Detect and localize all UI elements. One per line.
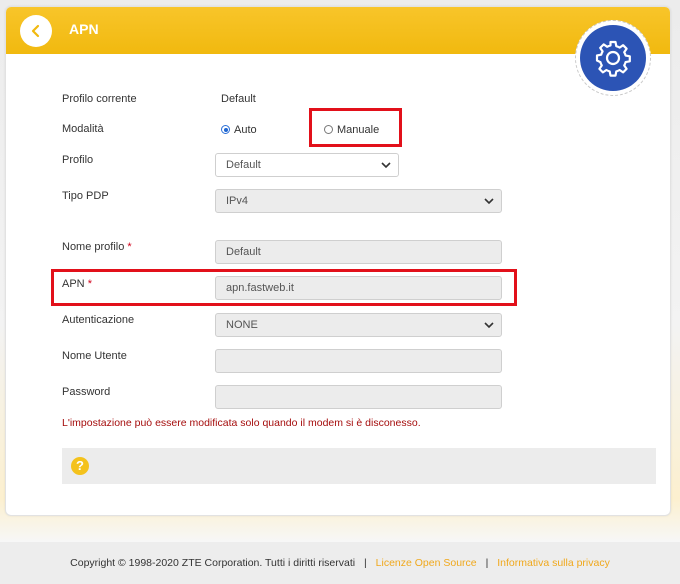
- panel-header: APN: [6, 7, 670, 54]
- auth-label: Autenticazione: [62, 314, 135, 326]
- username-label: Nome Utente: [62, 350, 127, 362]
- current-profile-value: Default: [221, 93, 256, 105]
- highlight-manual: [309, 108, 402, 147]
- settings-badge[interactable]: [575, 20, 651, 96]
- current-profile-label: Profilo corrente: [62, 93, 137, 105]
- pdp-type-select[interactable]: IPv4: [215, 189, 502, 213]
- privacy-link[interactable]: Informativa sulla privacy: [497, 557, 610, 569]
- help-bar: ?: [62, 448, 656, 484]
- profile-select[interactable]: Default: [215, 153, 399, 177]
- password-input[interactable]: [215, 385, 502, 409]
- chevron-down-icon: [381, 162, 391, 169]
- profile-select-value: Default: [226, 159, 261, 171]
- profile-name-label: Nome profilo *: [62, 241, 132, 253]
- page-title: APN: [69, 21, 99, 37]
- back-button[interactable]: [20, 15, 52, 47]
- footer: Copyright © 1998-2020 ZTE Corporation. T…: [0, 542, 680, 584]
- auth-select-value: NONE: [226, 319, 258, 331]
- chevron-left-icon: [31, 24, 40, 38]
- pdp-type-value: IPv4: [226, 195, 249, 207]
- auth-select[interactable]: NONE: [215, 313, 502, 337]
- username-input[interactable]: [215, 349, 502, 373]
- radio-auto-indicator[interactable]: [221, 125, 230, 134]
- gear-icon: [595, 40, 631, 77]
- mode-label: Modalità: [62, 123, 104, 135]
- profile-label: Profilo: [62, 154, 94, 166]
- copyright-text: Copyright © 1998-2020 ZTE Corporation. T…: [70, 557, 356, 569]
- question-icon[interactable]: ?: [71, 457, 89, 475]
- password-label: Password: [62, 386, 111, 398]
- open-source-link[interactable]: Licenze Open Source: [376, 557, 477, 569]
- pdp-type-label: Tipo PDP: [62, 190, 109, 202]
- mode-auto-radio[interactable]: Auto: [221, 124, 257, 136]
- disconnect-warning: L'impostazione può essere modificata sol…: [62, 417, 421, 429]
- highlight-apn: [51, 269, 517, 306]
- chevron-down-icon: [484, 198, 494, 205]
- chevron-down-icon: [484, 322, 494, 329]
- profile-name-input[interactable]: Default: [215, 240, 502, 264]
- mode-auto-label: Auto: [234, 124, 257, 136]
